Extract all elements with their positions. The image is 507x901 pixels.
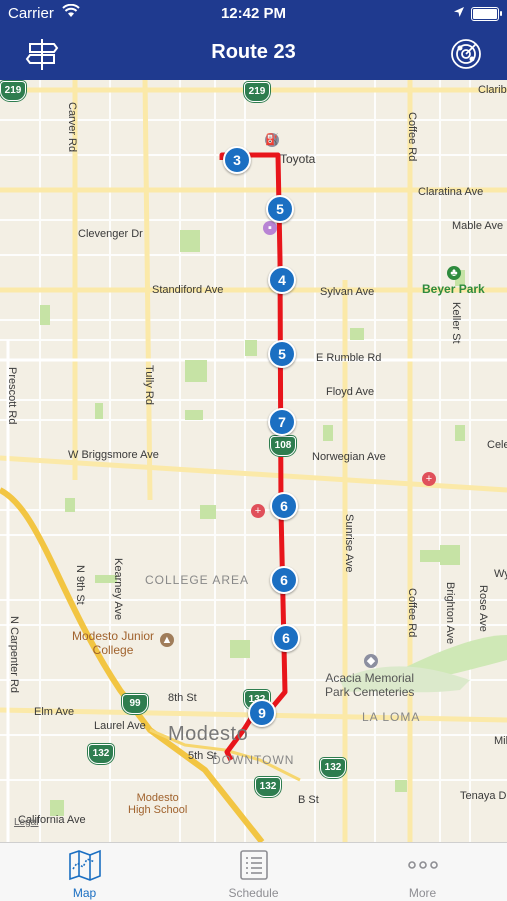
street-label: Laurel Ave <box>94 720 146 732</box>
highway-shield: 219 <box>0 81 26 101</box>
tab-more[interactable]: More <box>338 843 507 901</box>
tab-label: Schedule <box>228 886 279 900</box>
street-label: N Carpenter Rd <box>8 616 20 694</box>
route-line <box>219 152 288 762</box>
street-label: Tenaya D <box>460 790 507 802</box>
area-label: COLLEGE AREA <box>145 573 250 587</box>
bus-stop-marker[interactable]: 6 <box>270 492 298 520</box>
street-label: Sunrise Ave <box>343 514 355 573</box>
street-label: Tully Rd <box>143 365 155 405</box>
highway-shield: 132 <box>255 777 281 797</box>
bus-stop-marker[interactable]: 6 <box>272 624 300 652</box>
hospital-icon: + <box>422 472 436 486</box>
street-label: Elm Ave <box>34 706 75 718</box>
bus-stop-marker[interactable]: 5 <box>268 340 296 368</box>
street-label: Mil <box>494 735 507 747</box>
map-icon <box>68 849 102 881</box>
radar-globe-icon[interactable] <box>448 36 484 72</box>
status-bar: Carrier 12:42 PM <box>0 0 507 28</box>
street-label: Claratina Ave <box>418 186 484 198</box>
bus-stop-marker[interactable]: 5 <box>266 195 294 223</box>
page-title: Route 23 <box>211 41 296 63</box>
street-label: Coffee Rd <box>406 588 418 638</box>
street-label: N 9th St <box>74 565 86 605</box>
place-label-school: Modesto High School <box>128 792 188 816</box>
street-label: Sylvan Ave <box>320 286 375 298</box>
tab-map[interactable]: Map <box>0 843 169 901</box>
place-label-park: Beyer Park <box>422 282 485 296</box>
street-label: Keller St <box>450 302 462 344</box>
place-label-cemetery: Acacia Memorial Park Cemeteries <box>325 671 415 699</box>
park-icon: ♣ <box>447 266 461 280</box>
location-arrow-icon <box>453 5 465 22</box>
tab-label: Map <box>72 886 97 900</box>
highway-shield: 132 <box>88 744 114 764</box>
highway-shield: 132 <box>320 758 346 778</box>
battery-icon <box>471 6 502 21</box>
street-label: Standiford Ave <box>152 284 224 296</box>
street-label: Prescott Rd <box>6 367 18 425</box>
street-label: Floyd Ave <box>326 386 375 398</box>
city-label: Modesto <box>168 723 249 745</box>
navigation-bar: Route 23 <box>0 28 507 80</box>
schedule-icon <box>237 849 271 881</box>
bus-stop-marker[interactable]: 6 <box>270 566 298 594</box>
tab-bar: Map Schedule More <box>0 842 507 901</box>
highway-shield: 219 <box>244 82 270 102</box>
street-label: B St <box>298 794 319 806</box>
street-label: Norwegian Ave <box>312 451 386 463</box>
tab-schedule[interactable]: Schedule <box>169 843 338 901</box>
street-label: Clevenger Dr <box>78 228 143 240</box>
bus-stop-marker[interactable]: 3 <box>223 146 251 174</box>
street-label: Brighton Ave <box>444 582 456 645</box>
status-time: 12:42 PM <box>220 5 287 22</box>
hospital-icon: + <box>251 504 265 518</box>
bus-stop-marker[interactable]: 7 <box>268 408 296 436</box>
route-map[interactable]: Claribe Carver Rd Coffee Rd Claratina Av… <box>0 80 507 842</box>
street-label: Claribe <box>478 84 507 96</box>
car-dealer-icon: ⛽ <box>265 133 279 147</box>
street-label: Carver Rd <box>66 102 78 153</box>
legal-link[interactable]: Legal <box>14 817 38 828</box>
place-label-college: Modesto Junior College <box>72 629 155 657</box>
bus-stop-marker[interactable]: 4 <box>268 266 296 294</box>
shopping-icon: ▪ <box>263 221 277 235</box>
street-label: Wy <box>494 568 507 580</box>
street-label: 8th St <box>168 692 197 704</box>
street-label: Coffee Rd <box>406 112 418 162</box>
street-label: Cele <box>487 439 507 451</box>
bus-stop-marker[interactable]: 9 <box>248 699 276 727</box>
street-label: W Briggsmore Ave <box>68 449 159 461</box>
highway-shield: 108 <box>270 436 296 456</box>
street-label: Mable Ave <box>452 220 504 232</box>
street-label: Rose Ave <box>477 585 489 632</box>
area-label: LA LOMA <box>362 710 421 724</box>
street-label: E Rumble Rd <box>316 352 382 364</box>
more-icon <box>406 849 440 881</box>
place-label-toyota: Toyota <box>280 152 316 166</box>
highway-shield: 99 <box>122 694 148 714</box>
street-label: Kearney Ave <box>112 558 124 621</box>
school-icon: ▲ <box>160 633 174 647</box>
area-label: DOWNTOWN <box>212 753 295 767</box>
cemetery-icon: ◆ <box>364 654 378 668</box>
status-right <box>453 5 502 22</box>
tab-label: More <box>408 886 437 900</box>
